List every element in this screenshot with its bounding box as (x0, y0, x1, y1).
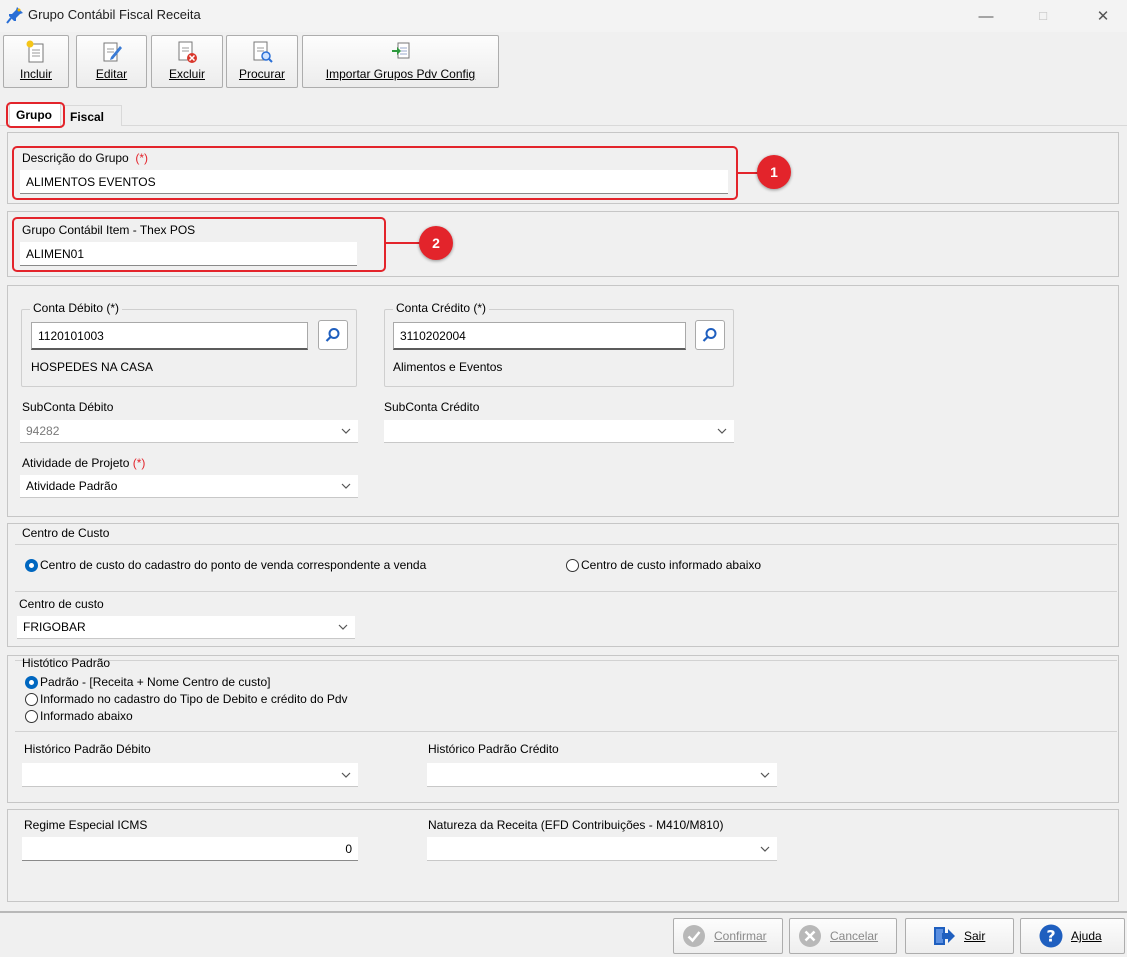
minimize-button[interactable]: — (963, 0, 1009, 32)
historico-opt-padrao[interactable]: Padrão - [Receita + Nome Centro de custo… (25, 675, 270, 689)
sair-button[interactable]: Sair (905, 918, 1014, 954)
excluir-button[interactable]: Excluir (151, 35, 223, 88)
window-title: Grupo Contábil Fiscal Receita (28, 7, 201, 22)
chevron-down-icon (760, 846, 770, 852)
svg-text:?: ? (1046, 927, 1055, 946)
chevron-down-icon (717, 428, 727, 434)
callout-badge-1: 1 (757, 155, 791, 189)
centro-custo-opt-pdv[interactable]: Centro de custo do cadastro do ponto de … (25, 558, 426, 572)
cancelar-button: Cancelar (789, 918, 897, 954)
highlight-2 (12, 217, 386, 272)
highlight-1 (12, 146, 738, 200)
subconta-credito-select[interactable] (384, 420, 734, 443)
subconta-debito-label: SubConta Débito (22, 400, 114, 414)
help-icon: ? (1039, 924, 1063, 948)
natureza-select[interactable] (427, 837, 777, 861)
radio-unselected-icon (566, 558, 579, 572)
conta-credito-description: Alimentos e Eventos (393, 360, 503, 374)
conta-debito-description: HOSPEDES NA CASA (31, 360, 154, 374)
historico-debito-label: Histórico Padrão Débito (24, 742, 151, 756)
import-icon (391, 42, 409, 59)
conta-credito-input[interactable]: 3110202004 (393, 322, 686, 350)
callout-badge-2: 2 (419, 226, 453, 260)
chevron-down-icon (760, 772, 770, 778)
centro-custo-label: Centro de custo (19, 597, 104, 611)
chevron-down-icon (341, 428, 351, 434)
cancel-icon (799, 925, 821, 947)
historico-opt-informado[interactable]: Informado abaixo (25, 709, 133, 723)
chevron-down-icon (341, 483, 351, 489)
incluir-button[interactable]: Incluir (3, 35, 69, 88)
centro-custo-legend: Centro de Custo (22, 526, 110, 540)
conta-debito-label: Conta Débito (*) (30, 301, 123, 315)
bottom-separator (0, 911, 1127, 913)
maximize-button: ☐ (1038, 10, 1048, 23)
radio-unselected-icon (25, 709, 38, 723)
atividade-select[interactable]: Atividade Padrão (20, 475, 358, 498)
historico-credito-label: Histórico Padrão Crédito (428, 742, 559, 756)
close-button[interactable]: ✕ (1080, 0, 1126, 32)
regime-label: Regime Especial ICMS (24, 818, 148, 832)
confirmar-button: Confirmar (673, 918, 783, 954)
radio-selected-icon (25, 675, 38, 689)
editar-button[interactable]: Editar (76, 35, 147, 88)
historico-opt-tipo-debito[interactable]: Informado no cadastro do Tipo de Debito … (25, 692, 348, 706)
historico-legend: Histótico Padrão (22, 656, 111, 670)
chevron-down-icon (341, 772, 351, 778)
conta-credito-search-button[interactable] (695, 320, 725, 350)
conta-credito-label: Conta Crédito (*) (393, 301, 490, 315)
importar-button[interactable]: Importar Grupos Pdv Config (302, 35, 499, 88)
search-icon (325, 328, 340, 342)
title-bar: Grupo Contábil Fiscal Receita — ☐ ✕ (0, 0, 1127, 32)
search-icon (702, 328, 717, 342)
search-document-icon (253, 41, 273, 63)
tab-fiscal[interactable]: Fiscal (63, 105, 122, 126)
procurar-button[interactable]: Procurar (226, 35, 298, 88)
edit-document-icon (103, 42, 122, 62)
subconta-credito-label: SubConta Crédito (384, 400, 480, 414)
historico-debito-select[interactable] (22, 763, 358, 787)
centro-custo-select[interactable]: FRIGOBAR (17, 616, 355, 639)
ajuda-button[interactable]: ? Ajuda (1020, 918, 1125, 954)
callout-line-1 (738, 172, 758, 174)
natureza-label: Natureza da Receita (EFD Contribuições -… (428, 818, 724, 832)
tab-strip-line (0, 125, 1127, 126)
conta-debito-input[interactable]: 1120101003 (31, 322, 308, 350)
radio-unselected-icon (25, 692, 38, 706)
atividade-label: Atividade de Projeto (*) (22, 456, 146, 470)
conta-debito-search-button[interactable] (318, 320, 348, 350)
centro-custo-opt-informado[interactable]: Centro de custo informado abaixo (566, 558, 761, 572)
radio-selected-icon (25, 558, 38, 572)
new-document-icon (26, 40, 44, 63)
exit-icon (934, 927, 955, 945)
callout-line-2 (386, 242, 420, 244)
check-icon (683, 925, 705, 947)
highlight-tab-grupo (6, 102, 65, 128)
pin-icon (6, 7, 23, 24)
subconta-debito-select: 94282 (20, 420, 358, 443)
chevron-down-icon (338, 624, 348, 630)
toolbar: Incluir Editar Excluir Procurar Importar… (0, 32, 1127, 92)
regime-input[interactable]: 0 (22, 837, 358, 861)
delete-document-icon (178, 41, 197, 63)
historico-credito-select[interactable] (427, 763, 777, 787)
